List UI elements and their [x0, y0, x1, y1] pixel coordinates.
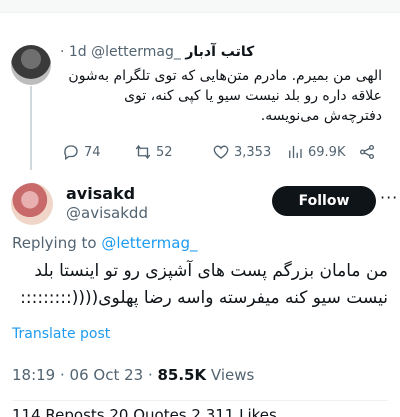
thread-connector-line [30, 86, 32, 170]
share-icon [359, 144, 375, 160]
views-count-button[interactable]: 69.9K [286, 143, 345, 161]
repost-count-button[interactable]: 52 [134, 143, 173, 161]
replying-to-line: Replying to @lettermag_ [12, 234, 197, 252]
parent-header: کاتب آدبار @lettermag_ · 1d [60, 44, 390, 64]
parent-author-name[interactable]: کاتب آدبار [185, 44, 254, 60]
parent-post-time[interactable]: · 1d [60, 44, 87, 60]
like-count-button[interactable]: 3,353 [212, 143, 271, 161]
parent-post-text: الهی من بمیرم. مادرم متن‌هایی که توی تلگ… [68, 68, 382, 124]
repost-count: 52 [156, 144, 173, 160]
post-views-label: Views [206, 366, 255, 384]
reply-post-text: من مامان بزرگم پست های آشپزی رو تو اینست… [20, 261, 388, 308]
reply-avatar[interactable] [11, 183, 53, 225]
reply-author-name[interactable]: avisakd [66, 184, 135, 203]
follow-button[interactable]: Follow [272, 186, 376, 216]
previous-post-edge [0, 0, 400, 13]
heart-icon [213, 145, 229, 159]
views-count: 69.9K [308, 144, 346, 160]
reply-count: 74 [84, 144, 101, 160]
repost-icon [135, 144, 151, 160]
translate-post-link[interactable]: Translate post [12, 326, 110, 342]
reply-author-handle[interactable]: @avisakdd [66, 204, 148, 222]
more-options-icon[interactable]: ··· [380, 188, 398, 207]
replying-to-prefix: Replying to [12, 234, 102, 252]
engagement-stats-row[interactable]: 114 Reposts 20 Quotes 2,311 Likes [12, 408, 312, 417]
like-count: 3,353 [234, 144, 272, 160]
views-bar-chart-icon [289, 146, 302, 158]
parent-author-handle[interactable]: @lettermag_ [91, 44, 181, 60]
share-button[interactable] [358, 143, 376, 161]
reply-icon [64, 145, 78, 161]
parent-avatar[interactable] [11, 45, 51, 85]
replying-to-link[interactable]: @lettermag_ [101, 234, 197, 252]
post-metadata: 18:19 · 06 Oct 23 · 85.5K Views [12, 366, 254, 384]
post-timestamp[interactable]: 18:19 · 06 Oct 23 · [12, 366, 157, 384]
section-divider [12, 400, 388, 401]
post-views-count: 85.5K [157, 366, 207, 384]
reply-count-button[interactable]: 74 [62, 143, 101, 161]
